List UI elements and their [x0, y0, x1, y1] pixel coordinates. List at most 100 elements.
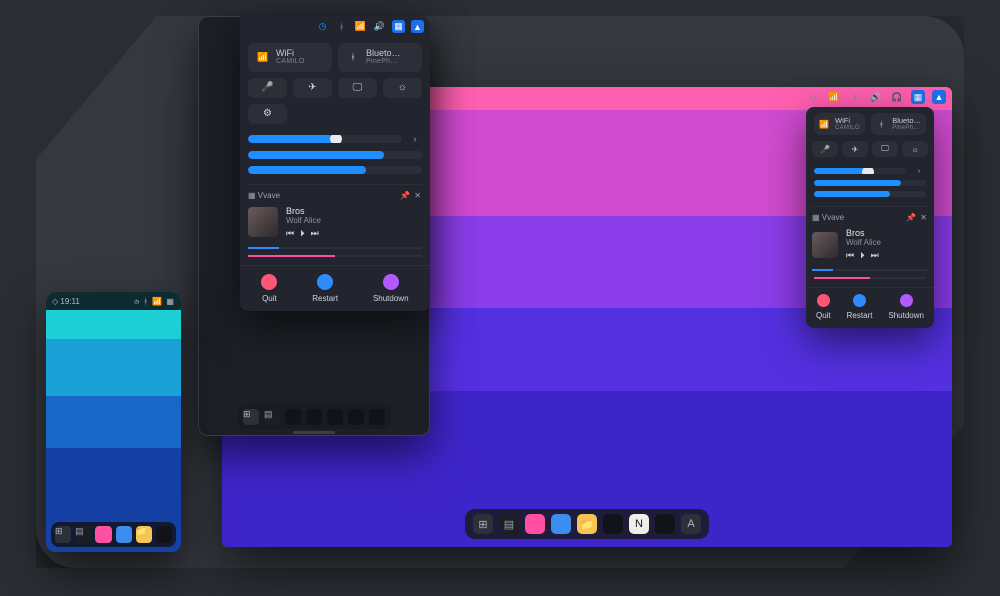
progress-bar[interactable]	[248, 247, 422, 249]
screen-toggle[interactable]: 🖵	[338, 78, 377, 98]
album-art[interactable]	[812, 232, 838, 258]
close-icon[interactable]: ✕	[920, 213, 928, 222]
status-icons: ◷ ᚼ 📶 ▦	[134, 297, 175, 306]
dock-app[interactable]	[369, 409, 385, 425]
dock: ⊞ ▤ 📁 N A	[465, 509, 709, 539]
shutdown-button[interactable]: Shutdown	[373, 274, 409, 303]
dock-app-a[interactable]: A	[681, 514, 701, 534]
phone-dock: ⊞ ▤ 📁	[51, 522, 176, 547]
wifi-ssid: CAMILO	[835, 125, 860, 131]
dock-app[interactable]	[306, 409, 322, 425]
pin-icon[interactable]: 📌	[400, 191, 411, 200]
clock: 19:11	[60, 297, 79, 306]
dock-files[interactable]: 📁	[136, 526, 152, 543]
bluetooth-tile[interactable]: ᚼ Blueto…PinePh…	[338, 43, 422, 72]
user-icon[interactable]: ▲	[932, 90, 946, 104]
chevron-right-icon[interactable]: ›	[912, 166, 926, 175]
mic-slider[interactable]	[248, 166, 422, 174]
media-app: Vvave	[822, 213, 844, 222]
control-center-panel-desktop: 📶 WiFiCAMILO ᚼ Blueto…PinePh… 🎤 ✈ 🖵 ☼ › …	[806, 107, 934, 328]
bell-icon[interactable]: ◇	[806, 90, 820, 104]
clock-icon[interactable]: ◷	[316, 20, 329, 33]
control-center-panel: ◷ ᚼ 📶 🔊 ▦ ▲ 📶 WiFiCAMILO ᚼ Blueto…PinePh…	[240, 16, 430, 311]
volume-slider[interactable]: ›	[248, 134, 422, 144]
user-icon[interactable]: ▲	[411, 20, 424, 33]
divider	[814, 277, 926, 279]
wifi-icon[interactable]: 📶	[827, 90, 841, 104]
media-widget: ▦ Vvave 📌 ✕ Bros Wolf Alice ⏮ ⏵ ⏭	[248, 184, 422, 249]
dock-app-bars[interactable]	[551, 514, 571, 534]
divider	[248, 255, 422, 257]
dock-app-pink[interactable]	[525, 514, 545, 534]
mic-toggle[interactable]: 🎤	[248, 78, 287, 98]
grid-icon[interactable]: ▦	[911, 90, 925, 104]
bluetooth-icon[interactable]: ᚼ	[335, 20, 348, 33]
dock-terminal[interactable]: ▤	[264, 409, 280, 425]
statusbar: ◇ 19:11 ◷ ᚼ 📶 ▦	[46, 292, 181, 310]
dock-launcher[interactable]: ⊞	[55, 526, 71, 543]
next-button[interactable]: ⏭	[871, 250, 879, 261]
dock-app[interactable]	[348, 409, 364, 425]
bluetooth-tile[interactable]: ᚼ Blueto…PinePh…	[871, 113, 926, 135]
panel-tray: ◷ ᚼ 📶 🔊 ▦ ▲	[240, 16, 430, 37]
dock-app[interactable]	[327, 409, 343, 425]
chevron-right-icon[interactable]: ›	[408, 134, 422, 144]
phone-screen: ◇ 19:11 ◷ ᚼ 📶 ▦ ⊞ ▤ 📁	[46, 292, 181, 552]
brightness-slider[interactable]	[248, 151, 422, 159]
dock-launcher[interactable]: ⊞	[243, 409, 259, 425]
dock-terminal[interactable]: ▤	[75, 526, 91, 543]
dock-terminal[interactable]: ▤	[499, 514, 519, 534]
restart-button[interactable]: Restart	[847, 294, 873, 320]
wifi-tile[interactable]: 📶 WiFiCAMILO	[248, 43, 332, 72]
dock-app-dark[interactable]	[603, 514, 623, 534]
quit-button[interactable]: Quit	[261, 274, 277, 303]
quit-button[interactable]: Quit	[816, 294, 831, 320]
close-icon[interactable]: ✕	[414, 191, 422, 200]
wifi-icon: 📶	[256, 52, 270, 63]
dock-launcher[interactable]: ⊞	[473, 514, 493, 534]
volume-slider[interactable]: ›	[814, 166, 926, 175]
track-artist: Wolf Alice	[846, 238, 881, 247]
dock-app-dark2[interactable]	[655, 514, 675, 534]
progress-bar[interactable]	[812, 269, 928, 271]
bluetooth-icon[interactable]: ᚼ	[848, 90, 862, 104]
wallpaper	[46, 292, 181, 552]
grid-icon[interactable]: ▦	[392, 20, 405, 33]
brightness-toggle[interactable]: ☼	[383, 78, 422, 98]
wifi-icon[interactable]: 📶	[354, 20, 367, 33]
mic-toggle[interactable]: 🎤	[812, 141, 838, 157]
restart-button[interactable]: Restart	[312, 274, 338, 303]
prev-button[interactable]: ⏮	[286, 228, 294, 239]
settings-toggle[interactable]: ⚙	[248, 104, 287, 124]
brightness-toggle[interactable]: ☼	[902, 141, 928, 157]
dock-app[interactable]	[285, 409, 301, 425]
brightness-slider[interactable]	[814, 180, 926, 186]
wifi-icon: 📶	[819, 120, 829, 129]
volume-icon[interactable]: 🔊	[373, 20, 386, 33]
pin-icon[interactable]: 📌	[906, 213, 917, 222]
shutdown-button[interactable]: Shutdown	[888, 294, 924, 320]
headphones-icon[interactable]: 🎧	[890, 90, 904, 104]
play-button[interactable]: ⏵	[300, 228, 305, 239]
screen-toggle[interactable]: 🖵	[872, 141, 898, 157]
dock-app[interactable]	[156, 526, 172, 543]
play-button[interactable]: ⏵	[860, 250, 865, 261]
bluetooth-icon: ᚼ	[346, 52, 360, 62]
dock-app-notion[interactable]: N	[629, 514, 649, 534]
wifi-title: WiFi	[276, 49, 305, 58]
wifi-title: WiFi	[835, 117, 860, 125]
volume-icon[interactable]: 🔊	[869, 90, 883, 104]
menubar-tray: ◇ 📶 ᚼ 🔊 🎧 ▦ ▲	[806, 90, 946, 104]
dock-app-pink[interactable]	[95, 526, 111, 543]
dock-files[interactable]: 📁	[577, 514, 597, 534]
prev-button[interactable]: ⏮	[846, 250, 854, 261]
bluetooth-icon: ᚼ	[876, 120, 886, 129]
mic-slider[interactable]	[814, 191, 926, 197]
airplane-toggle[interactable]: ✈	[293, 78, 332, 98]
next-button[interactable]: ⏭	[311, 228, 319, 239]
album-art[interactable]	[248, 207, 278, 237]
dock-app-bars[interactable]	[116, 526, 132, 543]
wifi-tile[interactable]: 📶 WiFiCAMILO	[814, 113, 865, 135]
airplane-toggle[interactable]: ✈	[842, 141, 868, 157]
track-title: Bros	[846, 228, 881, 238]
